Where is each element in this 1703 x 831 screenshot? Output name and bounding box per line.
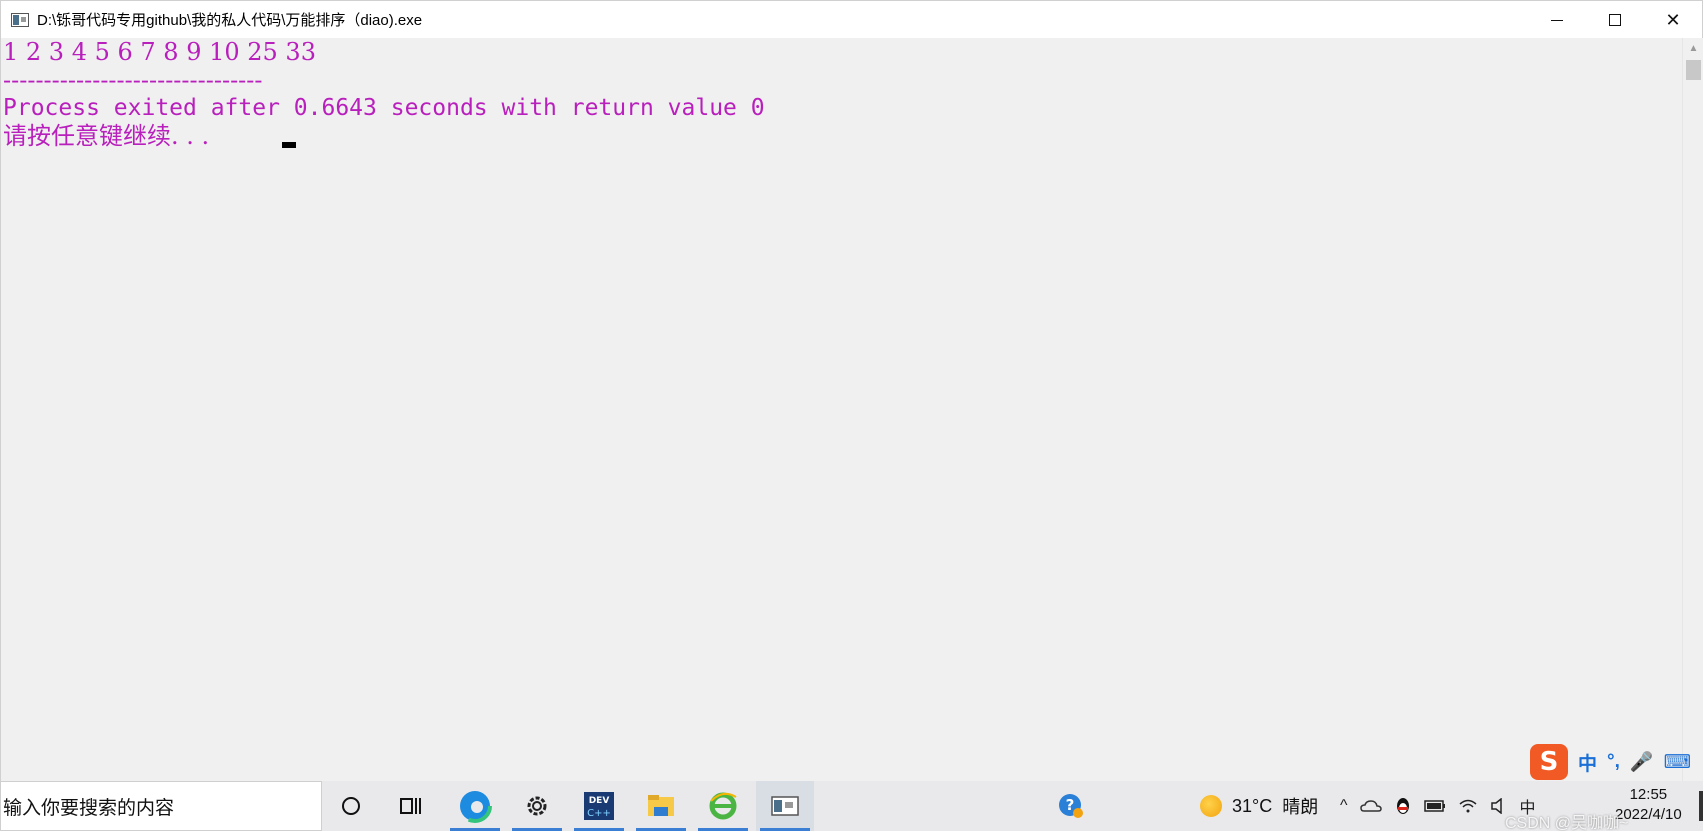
svg-text:?: ? [1066,796,1075,814]
ime-toolbar[interactable]: S 中 °, 🎤 ⌨ [1530,744,1691,780]
weather-description: 晴朗 [1282,797,1319,817]
close-icon: ✕ [1665,9,1681,30]
weather-temperature: 31°C [1232,795,1273,816]
maximize-icon [1609,14,1621,26]
process-exit-line: Process exited after 0.6643 seconds with… [3,95,765,121]
taskbar-file-explorer[interactable] [632,781,690,831]
taskbar-settings[interactable] [508,781,566,831]
close-button[interactable]: ✕ [1644,1,1702,39]
scroll-thumb[interactable] [1686,60,1701,80]
cortana-circle-icon [342,797,360,815]
search-placeholder: 输入你要搜索的内容 [3,797,175,819]
svg-text:DEV: DEV [589,796,610,806]
text-cursor [282,142,296,148]
sorted-output-line: 1 2 3 4 5 6 7 8 9 10 25 33 [3,38,316,66]
console-output[interactable]: 1 2 3 4 5 6 7 8 9 10 25 33 -------------… [0,38,1682,781]
battery-icon[interactable] [1423,799,1446,813]
sunny-weather-icon [1200,795,1222,817]
window-titlebar[interactable]: D:\铄哥代码专用github\我的私人代码\万能排序（diao).exe ✕ [0,0,1703,38]
svg-text:C++: C++ [587,808,611,819]
taskbar-ie[interactable] [694,781,752,831]
press-any-key-line: 请按任意键继续. . . [3,122,210,150]
settings-gear-icon [527,796,547,816]
taskbar-edge[interactable] [446,781,504,831]
show-desktop-button[interactable] [1699,791,1703,821]
help-tray-button[interactable]: ? [1042,781,1100,831]
taskbar: 输入你要搜索的内容 DEV C++ ? 31°C 晴朗 ^ 中 12:55 20… [0,781,1703,831]
qq-penguin-icon[interactable] [1394,796,1412,816]
task-view-icon [400,798,421,814]
taskbar-devcpp[interactable]: DEV C++ [570,781,628,831]
minimize-button[interactable] [1528,1,1586,39]
wifi-icon[interactable] [1458,798,1478,814]
window-title: D:\铄哥代码专用github\我的私人代码\万能排序（diao).exe [37,12,423,29]
edge-browser-icon [458,789,492,823]
ime-mode-toggle[interactable]: 中 [1578,749,1597,776]
console-window-icon [771,796,799,816]
maximize-button[interactable] [1586,1,1644,39]
ime-punctuation-toggle[interactable]: °, [1607,751,1620,773]
console-app-icon [11,12,29,27]
csdn-watermark: CSDN @吴咖咖~ [1505,815,1629,831]
file-explorer-icon [648,795,674,816]
ime-voice-icon[interactable]: 🎤 [1630,750,1654,774]
scroll-up-arrow-icon[interactable]: ▲ [1683,40,1703,56]
minimize-icon [1551,19,1563,21]
cortana-button[interactable] [322,781,380,831]
sogou-ime-logo-icon[interactable]: S [1530,744,1568,780]
screen: D:\铄哥代码专用github\我的私人代码\万能排序（diao).exe ✕ … [0,0,1703,831]
taskbar-search-box[interactable]: 输入你要搜索的内容 [0,781,322,831]
ime-keyboard-icon[interactable]: ⌨ [1664,751,1691,774]
onedrive-cloud-icon[interactable] [1359,798,1382,814]
show-hidden-icons-chevron-up-icon[interactable]: ^ [1340,797,1348,815]
vertical-scrollbar[interactable]: ▲ [1682,38,1703,781]
clock-time: 12:55 [1629,786,1668,803]
help-question-icon: ? [1059,794,1083,818]
devcpp-icon: DEV C++ [584,792,614,820]
weather-widget[interactable]: 31°C 晴朗 [1200,781,1318,831]
taskbar-console-app[interactable] [756,781,814,831]
internet-explorer-icon [709,792,737,820]
task-view-button[interactable] [382,781,440,831]
separator-line: -------------------------------- [3,66,263,94]
